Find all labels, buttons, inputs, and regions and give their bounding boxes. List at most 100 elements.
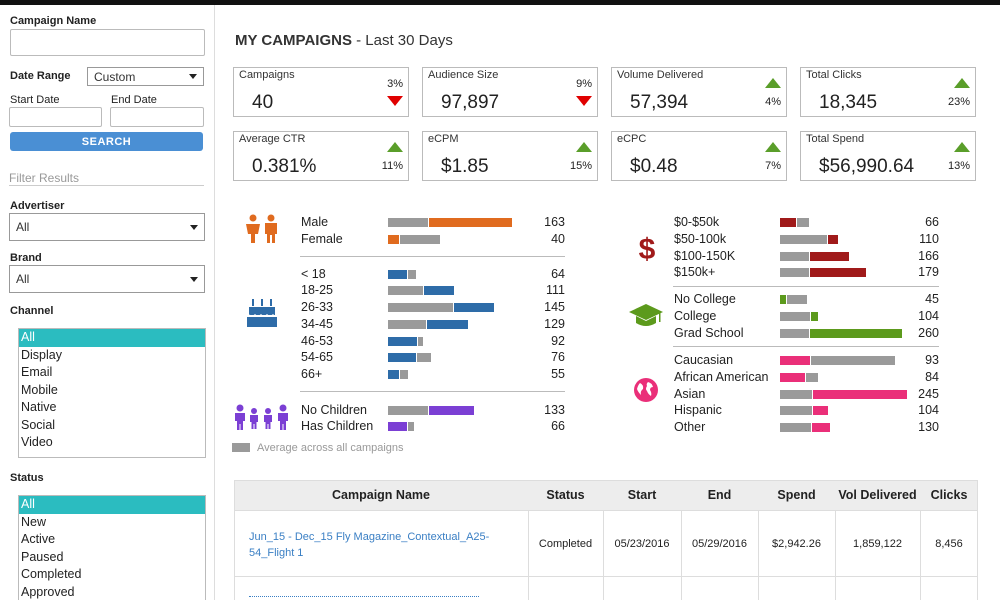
average-bar (780, 423, 811, 432)
kpi-change: 15% (569, 160, 592, 172)
channel-option-email[interactable]: Email (19, 364, 205, 382)
partial-row-text (249, 596, 479, 598)
average-bar (787, 295, 807, 304)
demo-label: No Children (301, 403, 368, 417)
value-bar (388, 353, 416, 362)
value-bar (429, 218, 512, 227)
column-divider (835, 511, 836, 600)
channel-option-native[interactable]: Native (19, 399, 205, 417)
demo-value: 145 (544, 300, 565, 314)
search-button[interactable]: SEARCH (10, 132, 203, 151)
demo-value: 40 (551, 232, 565, 246)
demo-label: Has Children (301, 419, 374, 433)
column-divider (758, 511, 759, 600)
advertiser-select[interactable]: All (9, 213, 205, 241)
value-bar (388, 270, 407, 279)
demo-value: 64 (551, 267, 565, 281)
status-listbox[interactable]: All New Active Paused Completed Approved (18, 495, 206, 600)
kpi-value: $0.48 (630, 156, 678, 177)
channel-option-mobile[interactable]: Mobile (19, 382, 205, 400)
demo-label: $50-100k (674, 232, 727, 246)
channel-listbox[interactable]: All Display Email Mobile Native Social Video (18, 328, 206, 458)
kpi-change: 7% (765, 160, 781, 172)
column-header-status[interactable]: Status (528, 488, 603, 502)
brand-select[interactable]: All (9, 265, 205, 293)
campaign-name-input[interactable] (10, 29, 205, 56)
channel-option-all[interactable]: All (19, 329, 205, 347)
status-option-approved[interactable]: Approved (19, 584, 205, 600)
status-option-active[interactable]: Active (19, 531, 205, 549)
channel-option-social[interactable]: Social (19, 417, 205, 435)
brand-label: Brand (10, 252, 42, 264)
kpi-card-total-spend: Total Spend $56,990.64 13% (800, 131, 976, 181)
date-range-label: Date Range (10, 70, 71, 82)
arrow-up-icon (576, 142, 592, 152)
demo-value: 179 (918, 265, 939, 279)
demo-label: Female (301, 232, 343, 246)
average-bar (400, 235, 440, 244)
kpi-label: Audience Size (428, 69, 499, 81)
kpi-value: 0.381% (252, 156, 317, 177)
value-bar (780, 373, 805, 382)
arrow-down-icon (387, 96, 403, 106)
kpi-change: 9% (576, 78, 592, 90)
kpi-value: 57,394 (630, 92, 689, 113)
column-header-clicks[interactable]: Clicks (920, 488, 978, 502)
status-option-paused[interactable]: Paused (19, 549, 205, 567)
channel-option-video[interactable]: Video (19, 434, 205, 452)
kpi-card-total-clicks: Total Clicks 18,345 23% (800, 67, 976, 117)
campaign-name-link-partial[interactable] (249, 592, 489, 600)
campaign-name-link[interactable]: Jun_15 - Dec_15 Fly Magazine_Contextual_… (249, 529, 509, 561)
average-bar (388, 320, 426, 329)
kpi-card-ecpc: eCPC $0.48 7% (611, 131, 787, 181)
average-bar (400, 370, 408, 379)
column-header-vol-delivered[interactable]: Vol Delivered (835, 488, 920, 502)
status-option-new[interactable]: New (19, 514, 205, 532)
average-bar (780, 252, 809, 261)
status-option-all[interactable]: All (19, 496, 205, 514)
demo-value: 166 (918, 249, 939, 263)
arrow-up-icon (954, 78, 970, 88)
arrow-up-icon (954, 142, 970, 152)
kpi-label: Total Spend (806, 133, 865, 145)
kpi-label: Average CTR (239, 133, 306, 145)
average-bar (388, 303, 453, 312)
legend-label-average: Average across all campaigns (257, 442, 404, 454)
demo-value: 130 (918, 420, 939, 434)
average-bar (388, 286, 423, 295)
column-header-campaign-name[interactable]: Campaign Name (234, 488, 528, 502)
end-date-input[interactable] (110, 107, 204, 127)
value-bar (388, 235, 399, 244)
column-divider (681, 511, 682, 600)
demo-label: 66+ (301, 367, 323, 381)
average-bar (388, 218, 428, 227)
demo-label: 26-33 (301, 300, 333, 314)
value-bar (810, 329, 902, 338)
section-divider (673, 286, 939, 287)
start-date-input[interactable] (9, 107, 102, 127)
average-bar (388, 406, 428, 415)
demo-label: No College (674, 292, 736, 306)
cell-vol-delivered: 1,859,122 (853, 538, 902, 550)
cell-status: Completed (538, 538, 593, 550)
gender-icon (246, 214, 277, 243)
column-header-end[interactable]: End (681, 488, 758, 502)
column-header-start[interactable]: Start (603, 488, 681, 502)
brand-value: All (16, 272, 30, 286)
value-bar (810, 252, 849, 261)
value-bar (388, 337, 417, 346)
status-option-completed[interactable]: Completed (19, 566, 205, 584)
demo-value: 93 (925, 353, 939, 367)
kpi-change: 13% (947, 160, 970, 172)
column-divider (920, 511, 921, 600)
date-range-select[interactable]: Custom (87, 67, 204, 86)
arrow-up-icon (387, 142, 403, 152)
column-header-spend[interactable]: Spend (758, 488, 835, 502)
chevron-down-icon (190, 224, 198, 230)
average-bar (780, 268, 809, 277)
value-bar (780, 218, 796, 227)
demo-label: Male (301, 215, 329, 229)
channel-option-display[interactable]: Display (19, 347, 205, 365)
demo-label: $150k+ (674, 265, 716, 279)
arrow-down-icon (576, 96, 592, 106)
